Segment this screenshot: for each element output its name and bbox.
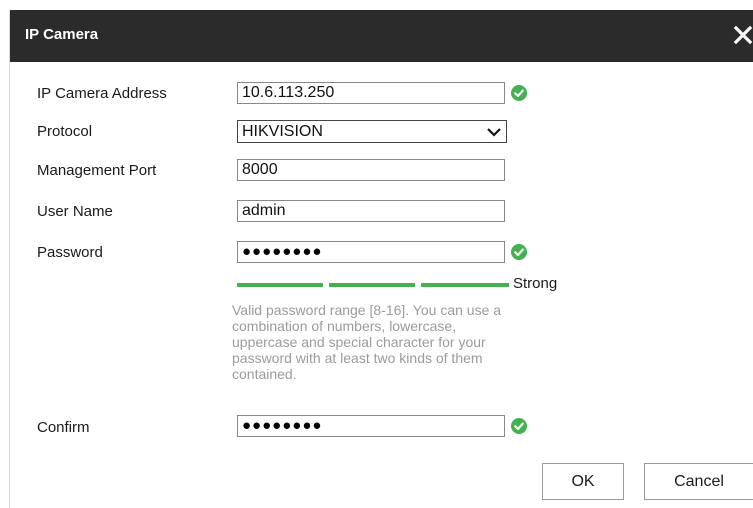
username-input[interactable] bbox=[237, 200, 505, 222]
strength-segment-1 bbox=[237, 283, 323, 287]
port-label: Management Port bbox=[37, 162, 157, 179]
username-label: User Name bbox=[37, 203, 113, 220]
confirm-valid-icon bbox=[511, 418, 527, 434]
address-valid-icon bbox=[511, 85, 527, 101]
password-hint: Valid password range [8-16]. You can use… bbox=[232, 302, 502, 382]
password-label: Password bbox=[37, 244, 103, 261]
ok-button[interactable]: OK bbox=[542, 463, 624, 500]
dialog-titlebar: IP Camera bbox=[10, 10, 753, 62]
strength-segment-3 bbox=[421, 283, 509, 287]
protocol-select[interactable]: HIKVISION bbox=[237, 120, 507, 143]
confirm-input[interactable]: ●●●●●●●● bbox=[237, 415, 505, 437]
close-icon[interactable] bbox=[732, 23, 753, 47]
ip-camera-dialog: IP Camera IP Camera Address Protocol HIK… bbox=[9, 10, 753, 508]
password-valid-icon bbox=[511, 244, 527, 260]
dialog-title: IP Camera bbox=[25, 26, 99, 43]
protocol-value: HIKVISION bbox=[242, 123, 323, 140]
address-label: IP Camera Address bbox=[37, 85, 167, 102]
chevron-down-icon bbox=[486, 124, 502, 145]
confirm-masked-value: ●●●●●●●● bbox=[242, 417, 323, 434]
address-input[interactable] bbox=[237, 82, 505, 104]
password-masked-value: ●●●●●●●● bbox=[242, 243, 323, 260]
confirm-label: Confirm bbox=[37, 419, 90, 436]
strength-label: Strong bbox=[513, 275, 558, 292]
password-input[interactable]: ●●●●●●●● bbox=[237, 241, 505, 263]
protocol-label: Protocol bbox=[37, 123, 93, 140]
cancel-button[interactable]: Cancel bbox=[644, 463, 753, 500]
port-input[interactable] bbox=[237, 159, 505, 181]
strength-segment-2 bbox=[329, 283, 415, 287]
